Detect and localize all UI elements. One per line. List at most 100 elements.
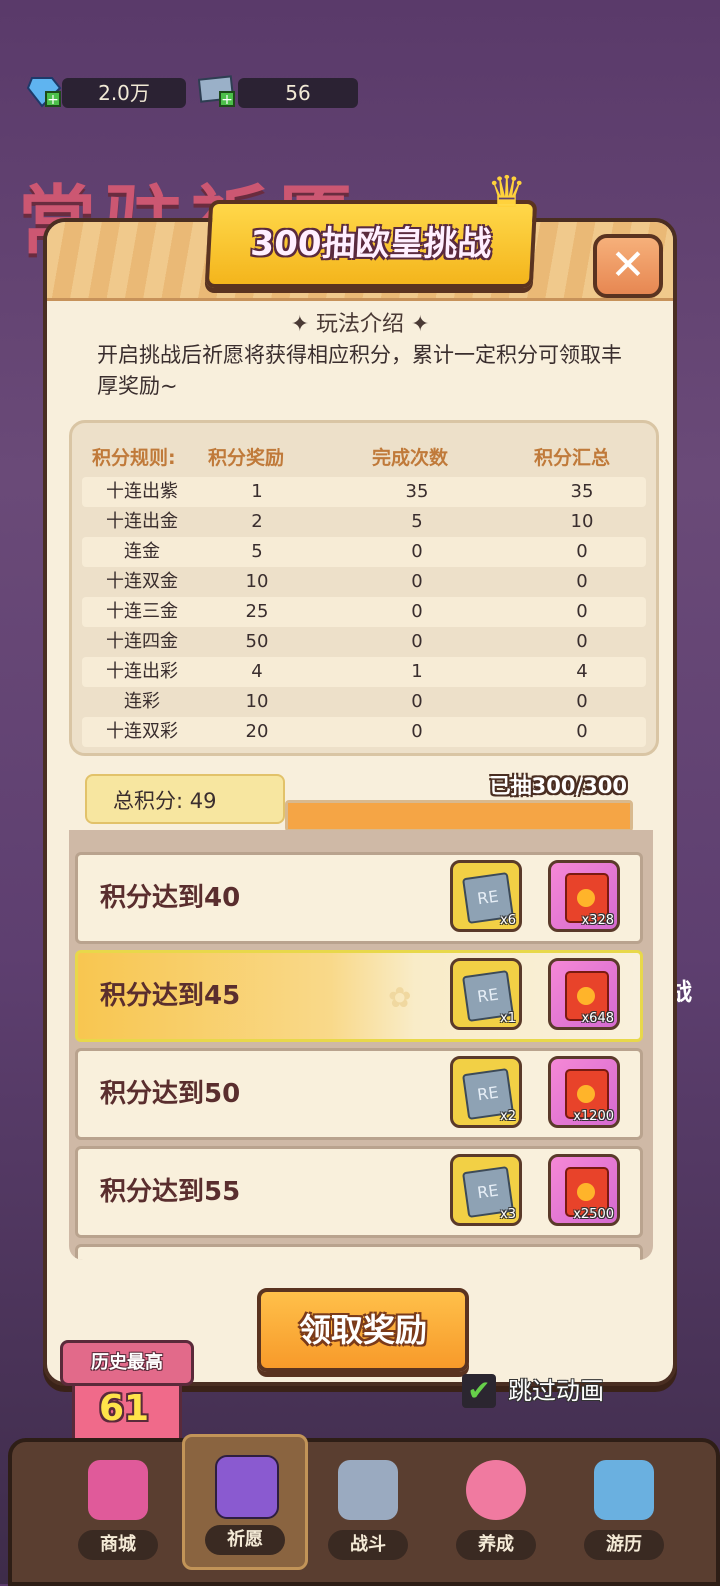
rule-name: 连彩 [124,691,160,712]
rule-count: 0 [411,571,423,592]
rules-row: 十连双彩 20 0 0 [82,717,646,747]
reward-row-highlighted[interactable]: 积分达到45 ✿ RE x1 x648 [75,950,643,1042]
nav-item-develop[interactable]: 养成 [436,1442,556,1572]
rules-row: 十连出紫 1 35 35 [82,477,646,507]
draw-count-label: 已抽300/300 [489,774,627,798]
rules-header-total: 积分汇总 [534,447,611,469]
rule-points: 1 [251,481,263,502]
bottom-nav: 商城 祈愿 战斗 养成 游历 [8,1434,720,1586]
reward-qty: x3 [500,1207,516,1222]
rules-row: 十连四金 50 0 0 [82,627,646,657]
rules-table: 积分规则: 积分奖励 完成次数 积分汇总 十连出紫 1 35 35 十连出金 2… [69,420,659,756]
reward-qty: x648 [581,1011,614,1026]
nav-item-shop[interactable]: 商城 [58,1442,178,1572]
rules-row: 十连双金 10 0 0 [82,567,646,597]
rules-header-points: 积分奖励 [208,447,285,469]
intro-title: ✦ 玩法介绍 ✦ [290,312,430,337]
rule-count: 5 [411,511,423,532]
close-button[interactable]: ✕ [593,234,663,298]
rules-row: 十连三金 25 0 0 [82,597,646,627]
nav-label: 祈愿 [205,1525,285,1555]
red-envelope-reward[interactable]: x2500 [548,1154,620,1226]
reward-row[interactable]: 积分达到50 RE x2 x1200 [75,1048,643,1140]
reward-threshold: 积分达到45 [100,981,241,1011]
paw-icon [466,1460,526,1520]
nav-label: 商城 [78,1530,158,1560]
reward-qty: x6 [500,913,516,928]
shop-icon [88,1460,148,1520]
nav-label: 游历 [584,1530,664,1560]
intro-text: 开启挑战后祈愿将获得相应积分，累计一定积分可领取丰厚奖励~ [97,343,622,398]
nav-item-battle[interactable]: 战斗 [308,1442,428,1572]
rule-count: 1 [411,661,423,682]
points-progress-bar [285,800,633,832]
reward-qty: x2500 [573,1207,614,1222]
rule-total: 0 [576,571,588,592]
rule-name: 十连三金 [106,601,178,622]
reward-row[interactable]: 积分达到55 RE x3 x2500 [75,1146,643,1238]
gem-icon: + [26,74,62,108]
red-envelope-reward[interactable]: x1200 [548,1056,620,1128]
reward-threshold: 积分达到40 [100,883,241,913]
rules-row: 连金 5 0 0 [82,537,646,567]
reward-row[interactable] [75,1244,643,1260]
rule-name: 十连出金 [106,511,178,532]
paw-icon: ✿ [388,981,412,1014]
nav-label: 战斗 [328,1530,408,1560]
wish-ticket-reward[interactable]: RE x1 [450,958,522,1030]
rule-count: 35 [405,481,429,502]
claim-reward-button[interactable]: 领取奖励 [257,1288,469,1372]
wish-ticket-reward[interactable]: RE x2 [450,1056,522,1128]
nav-item-travel[interactable]: 游历 [564,1442,684,1572]
reward-list[interactable]: 积分达到40 RE x6 x328 积分达到45 ✿ RE x1 x648 积分… [69,830,653,1260]
rule-total: 0 [576,601,588,622]
history-best-value: 61 [98,1388,150,1429]
rule-points: 50 [245,631,269,652]
rule-name: 连金 [124,541,160,562]
rule-total: 0 [576,721,588,742]
red-envelope-reward[interactable]: x648 [548,958,620,1030]
rule-total: 0 [576,541,588,562]
rules-row: 连彩 10 0 0 [82,687,646,717]
rule-count: 0 [411,601,423,622]
modal-title: 300抽欧皇挑战 [249,224,493,264]
rule-total: 35 [570,481,594,502]
reward-qty: x1 [500,1011,516,1026]
reward-qty: x1200 [573,1109,614,1124]
rule-count: 0 [411,691,423,712]
reward-row[interactable]: 积分达到40 RE x6 x328 [75,852,643,944]
rule-total: 0 [576,631,588,652]
rule-points: 10 [245,571,269,592]
reward-qty: x328 [581,913,614,928]
rule-total: 10 [570,511,594,532]
rule-points: 10 [245,691,269,712]
nav-item-wish[interactable]: 祈愿 [182,1434,308,1570]
crown-icon: ♛ [487,167,527,218]
rule-count: 0 [411,541,423,562]
reward-qty: x2 [500,1109,516,1124]
rules-header-count: 完成次数 [372,447,449,469]
rule-name: 十连双彩 [106,721,178,742]
skip-animation-label[interactable]: 跳过动画 [508,1374,604,1408]
rule-name: 十连出彩 [106,661,178,682]
total-points-label: 总积分: 49 [85,774,285,824]
challenge-modal: 300抽欧皇挑战 ♛ ✕ ✦ 玩法介绍 ✦ 开启挑战后祈愿将获得相应积分，累计一… [43,167,677,1386]
skip-animation-checkbox[interactable]: ✔ [462,1374,496,1408]
red-envelope-reward[interactable]: x328 [548,860,620,932]
rule-points: 5 [251,541,263,562]
rules-row: 十连出金 2 5 10 [82,507,646,537]
nav-label: 养成 [456,1530,536,1560]
rules-row: 十连出彩 4 1 4 [82,657,646,687]
history-best-label: 历史最高 [60,1340,194,1386]
map-icon [594,1460,654,1520]
wish-ticket-reward[interactable]: RE x3 [450,1154,522,1226]
svg-text:+: + [221,92,233,108]
rule-name: 十连出紫 [106,481,178,502]
wish-ticket-reward[interactable]: RE x6 [450,860,522,932]
wish-card-icon [215,1455,279,1519]
rule-points: 20 [245,721,269,742]
progress-fill [288,803,630,829]
rule-total: 0 [576,691,588,712]
rule-points: 25 [245,601,269,622]
ticket-counter: 56 [238,78,358,108]
